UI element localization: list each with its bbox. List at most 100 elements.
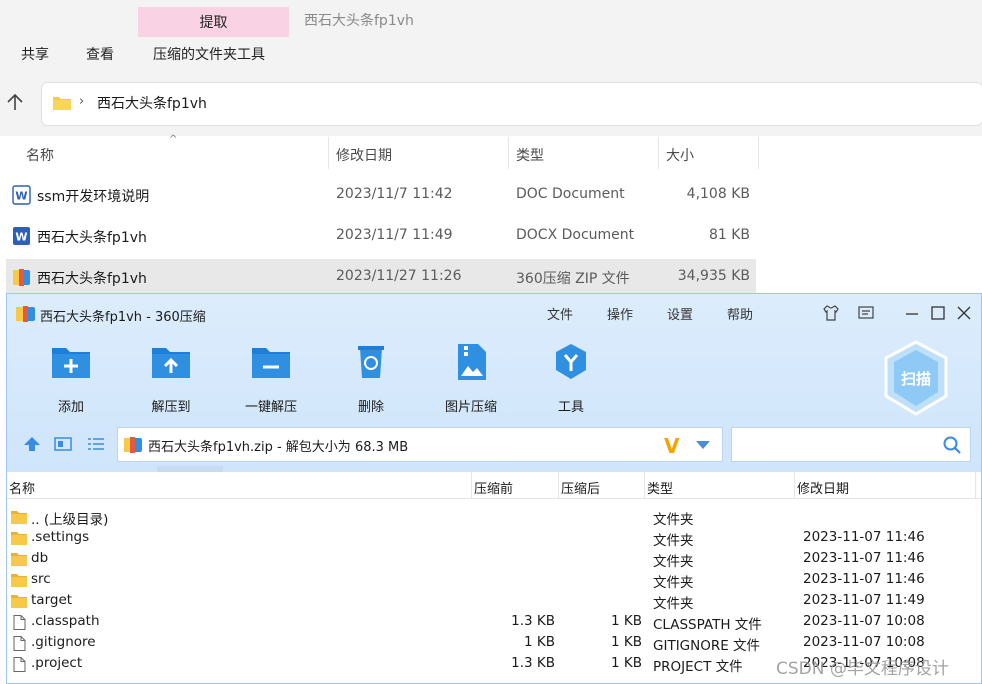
entry-date: 2023-11-07 11:46 [803, 550, 925, 566]
file-size: 34,935 KB [677, 268, 750, 284]
tool-delete-button[interactable]: 删除 [331, 342, 411, 415]
entry-type: GITIGNORE 文件 [653, 638, 761, 654]
entry-name: .. (上级目录) [31, 512, 109, 528]
svg-text:W: W [15, 231, 27, 244]
extract-to-icon [152, 348, 190, 378]
tool-label: 图片压缩 [444, 400, 497, 415]
file-row-selected[interactable]: 西石大头条fp1vh 2023/11/27 11:26 360压缩 ZIP 文件… [6, 259, 756, 295]
folder-icon [11, 553, 27, 566]
entry-type: 文件夹 [653, 512, 694, 528]
entry-type: 文件夹 [653, 554, 694, 570]
skin-shirt-icon[interactable] [822, 304, 840, 322]
column-size-after[interactable]: 压缩后 [561, 478, 600, 497]
tool-one-click-extract-button[interactable]: 一键解压 [231, 342, 311, 415]
entry-name: db [31, 550, 49, 566]
entry-date: 2023-11-07 11:46 [803, 571, 925, 587]
maximize-icon[interactable] [929, 304, 947, 322]
archive-folder-row[interactable]: src 文件夹 2023-11-07 11:46 [7, 570, 981, 591]
column-divider [558, 472, 559, 498]
svg-text:W: W [15, 190, 27, 203]
file-type: DOC Document [516, 186, 625, 202]
archive-folder-row[interactable]: db 文件夹 2023-11-07 11:46 [7, 549, 981, 570]
tab-view[interactable]: 查看 [86, 44, 114, 64]
column-size-before[interactable]: 压缩前 [474, 478, 513, 497]
tool-extract-to-button[interactable]: 解压到 [131, 342, 211, 415]
archive-column-header: 名称 压缩前 压缩后 类型 修改日期 [7, 472, 981, 499]
address-path[interactable]: 西石大头条fp1vh [97, 93, 207, 113]
close-icon[interactable] [955, 304, 973, 322]
zip-archive-icon [13, 269, 30, 286]
minimize-icon[interactable] [903, 304, 921, 322]
folder-icon [11, 595, 27, 608]
column-divider [794, 472, 795, 498]
file-row[interactable]: W ssm开发环境说明 2023/11/7 11:42 DOC Document… [6, 177, 756, 213]
column-date[interactable]: 修改日期 [336, 145, 392, 165]
archive-folder-row[interactable]: .settings 文件夹 2023-11-07 11:46 [7, 528, 981, 549]
file-icon [13, 615, 26, 630]
file-date: 2023/11/27 11:26 [336, 268, 462, 284]
view-list-icon[interactable] [87, 436, 105, 452]
up-arrow-icon[interactable] [6, 92, 24, 112]
entry-size-after: 1 KB [611, 634, 642, 650]
archive-folder-row[interactable]: target 文件夹 2023-11-07 11:49 [7, 591, 981, 612]
menu-operation[interactable]: 操作 [607, 304, 633, 323]
column-type[interactable]: 类型 [647, 478, 673, 497]
file-type: DOCX Document [516, 227, 635, 243]
chevron-down-icon[interactable] [696, 441, 710, 449]
menu-file[interactable]: 文件 [547, 304, 573, 323]
column-name[interactable]: 名称 [9, 478, 35, 497]
menu-help[interactable]: 帮助 [727, 304, 753, 323]
archive-folder-row[interactable]: .. (上级目录) 文件夹 [7, 507, 981, 528]
column-divider [758, 137, 759, 169]
word-doc-icon: W [12, 185, 31, 205]
archive-path-bar[interactable]: 西石大头条fp1vh.zip - 解包大小为 68.3 MB V [117, 427, 723, 462]
recycle-bin-icon [358, 346, 384, 378]
entry-name: .project [31, 655, 83, 671]
file-date: 2023/11/7 11:49 [336, 227, 453, 243]
search-icon[interactable] [942, 435, 962, 455]
search-input[interactable] [731, 427, 971, 462]
entry-type: 文件夹 [653, 533, 694, 549]
tool-tools-button[interactable]: 工具 [531, 342, 611, 415]
entry-type: CLASSPATH 文件 [653, 617, 762, 633]
file-name: ssm开发环境说明 [37, 189, 150, 205]
entry-type: 文件夹 [653, 596, 694, 612]
tool-label: 添加 [57, 400, 84, 415]
file-size: 4,108 KB [686, 186, 750, 202]
column-divider [644, 472, 645, 498]
column-size[interactable]: 大小 [666, 145, 694, 165]
zip-window-title: 西石大头条fp1vh - 360压缩 [40, 310, 206, 325]
chevron-right-icon[interactable]: › [79, 94, 84, 109]
column-name[interactable]: 名称 [26, 145, 54, 165]
entry-size-before: 1.3 KB [511, 613, 555, 629]
column-divider [975, 472, 976, 498]
archive-path-text: 西石大头条fp1vh.zip - 解包大小为 68.3 MB [148, 440, 409, 455]
view-thumbnail-icon[interactable] [54, 436, 72, 452]
word-docx-icon: W [13, 227, 30, 245]
tool-image-compress-button[interactable]: 图片压缩 [431, 342, 511, 415]
entry-date: 2023-11-07 10:08 [803, 613, 925, 629]
tab-compressed-folder-tools[interactable]: 压缩的文件夹工具 [153, 44, 265, 64]
archive-file-row[interactable]: .gitignore 1 KB 1 KB GITIGNORE 文件 2023-11-07… [7, 633, 981, 654]
tab-extract[interactable]: 提取 [138, 7, 289, 37]
vip-v-icon[interactable]: V [664, 434, 679, 458]
zip-archive-icon [124, 437, 142, 453]
tab-share[interactable]: 共享 [21, 44, 49, 64]
scan-label: 扫描 [901, 370, 931, 388]
entry-size-before: 1 KB [524, 634, 555, 650]
menu-settings[interactable]: 设置 [667, 304, 693, 323]
up-level-icon[interactable] [23, 436, 41, 452]
entry-date: 2023-11-07 11:49 [803, 592, 925, 608]
file-icon [13, 636, 26, 651]
scan-shield-button[interactable]: 扫描 [883, 340, 949, 416]
archive-file-row[interactable]: .classpath 1.3 KB 1 KB CLASSPATH 文件 2023-11-… [7, 612, 981, 633]
column-divider [328, 137, 329, 169]
zip-window: 西石大头条fp1vh - 360压缩 文件 操作 设置 帮助 添加 解压到 一键… [6, 293, 982, 684]
column-date[interactable]: 修改日期 [797, 478, 849, 497]
entry-name: src [31, 571, 51, 587]
file-row[interactable]: W 西石大头条fp1vh 2023/11/7 11:49 DOCX Docume… [6, 218, 756, 254]
entry-size-after: 1 KB [611, 655, 642, 671]
tool-add-button[interactable]: 添加 [31, 342, 111, 415]
feedback-icon[interactable] [857, 304, 875, 322]
column-type[interactable]: 类型 [516, 145, 544, 165]
